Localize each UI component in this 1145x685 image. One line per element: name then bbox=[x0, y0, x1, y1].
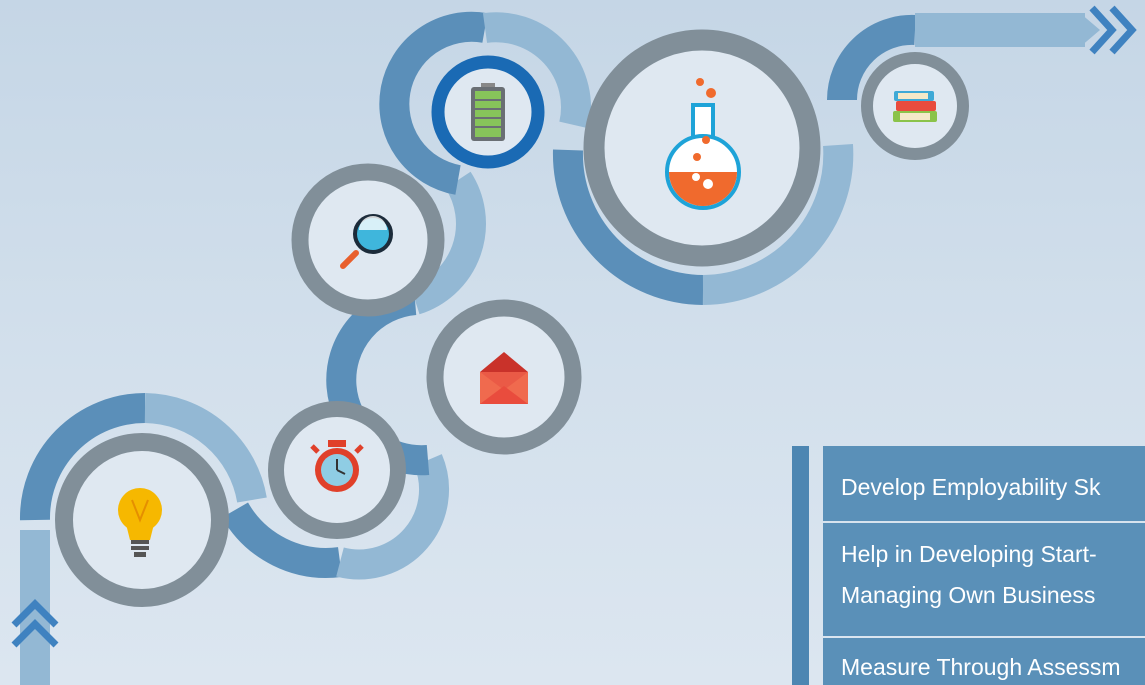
milestone-books bbox=[861, 52, 969, 160]
services-panel: Develop Employability Sk Help in Develop… bbox=[792, 446, 1145, 685]
panel-accent-bar bbox=[792, 446, 809, 685]
panel-item-assessment: Measure Through Assessm bbox=[823, 638, 1145, 685]
milestone-stopwatch bbox=[268, 401, 406, 539]
milestone-flask bbox=[583, 29, 821, 267]
books-icon bbox=[893, 91, 937, 122]
milestone-envelope bbox=[426, 299, 582, 455]
panel-item-label: Measure Through Assessm bbox=[841, 654, 1121, 680]
panel-item-startup: Help in Developing Start- Managing Own B… bbox=[823, 523, 1145, 636]
panel-item-label: Help in Developing Start- bbox=[841, 541, 1097, 567]
milestone-battery bbox=[431, 55, 545, 169]
panel-item-employability: Develop Employability Sk bbox=[823, 446, 1145, 521]
panel-item-label: Managing Own Business bbox=[841, 582, 1096, 608]
milestone-lightbulb bbox=[55, 433, 229, 607]
battery-icon bbox=[471, 83, 505, 141]
panel-item-label: Develop Employability Sk bbox=[841, 474, 1101, 500]
milestone-magnifier bbox=[291, 163, 445, 317]
